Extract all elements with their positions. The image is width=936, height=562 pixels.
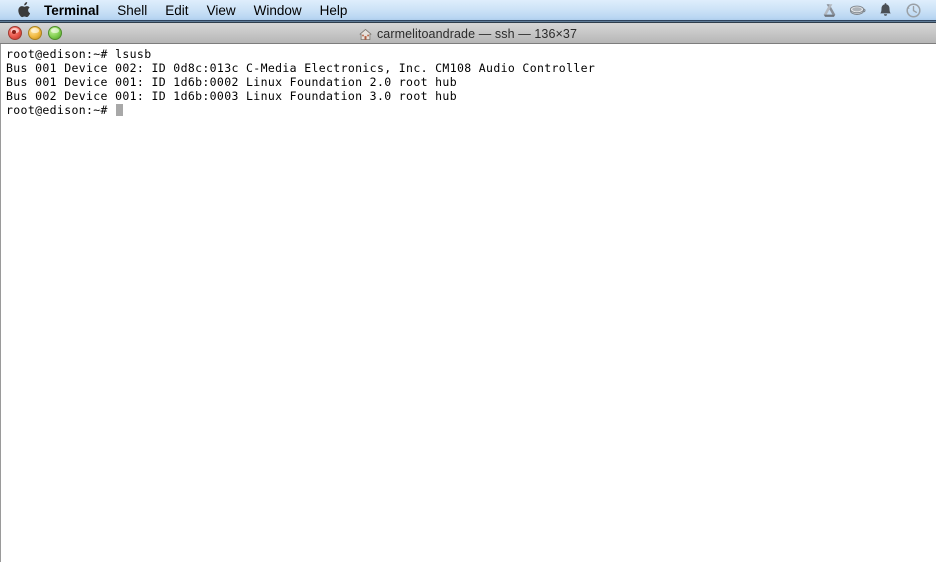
zoom-button[interactable]	[48, 26, 62, 40]
menu-item-shell[interactable]: Shell	[108, 1, 156, 21]
terminal-content-area[interactable]: root@edison:~# lsusb Bus 001 Device 002:…	[0, 44, 936, 562]
window-controls	[0, 26, 62, 40]
coffee-cup-icon[interactable]	[849, 2, 866, 19]
close-button[interactable]	[8, 26, 22, 40]
terminal-prompt-line: root@edison:~#	[6, 103, 935, 117]
window-title-text: carmelitoandrade — ssh — 136×37	[376, 27, 578, 41]
terminal-line: root@edison:~# lsusb	[6, 47, 152, 61]
minimize-button[interactable]	[28, 26, 42, 40]
terminal-line: Bus 001 Device 001: ID 1d6b:0002 Linux F…	[6, 75, 457, 89]
bell-notification-icon[interactable]	[877, 2, 894, 19]
terminal-prompt: root@edison:~#	[6, 103, 116, 117]
menu-bar: Terminal Shell Edit View Window Help	[0, 0, 936, 22]
clock-history-icon[interactable]	[905, 2, 922, 19]
menu-item-help[interactable]: Help	[311, 1, 357, 21]
menu-item-view[interactable]: View	[198, 1, 245, 21]
menu-item-window[interactable]: Window	[245, 1, 311, 21]
window-title-group: carmelitoandrade — ssh — 136×37	[0, 23, 936, 45]
status-icon-group	[821, 2, 936, 19]
terminal-line: Bus 002 Device 001: ID 1d6b:0003 Linux F…	[6, 89, 457, 103]
apple-logo-icon[interactable]	[16, 2, 32, 19]
terminal-line: Bus 001 Device 002: ID 0d8c:013c C-Media…	[6, 61, 596, 75]
home-icon	[359, 28, 372, 41]
menu-item-edit[interactable]: Edit	[156, 1, 197, 21]
block-cursor	[116, 104, 124, 116]
terminal-window: carmelitoandrade — ssh — 136×37 root@edi…	[0, 22, 936, 562]
google-drive-icon[interactable]	[821, 2, 838, 19]
window-titlebar[interactable]: carmelitoandrade — ssh — 136×37	[0, 22, 936, 44]
menu-item-terminal[interactable]: Terminal	[42, 1, 108, 21]
